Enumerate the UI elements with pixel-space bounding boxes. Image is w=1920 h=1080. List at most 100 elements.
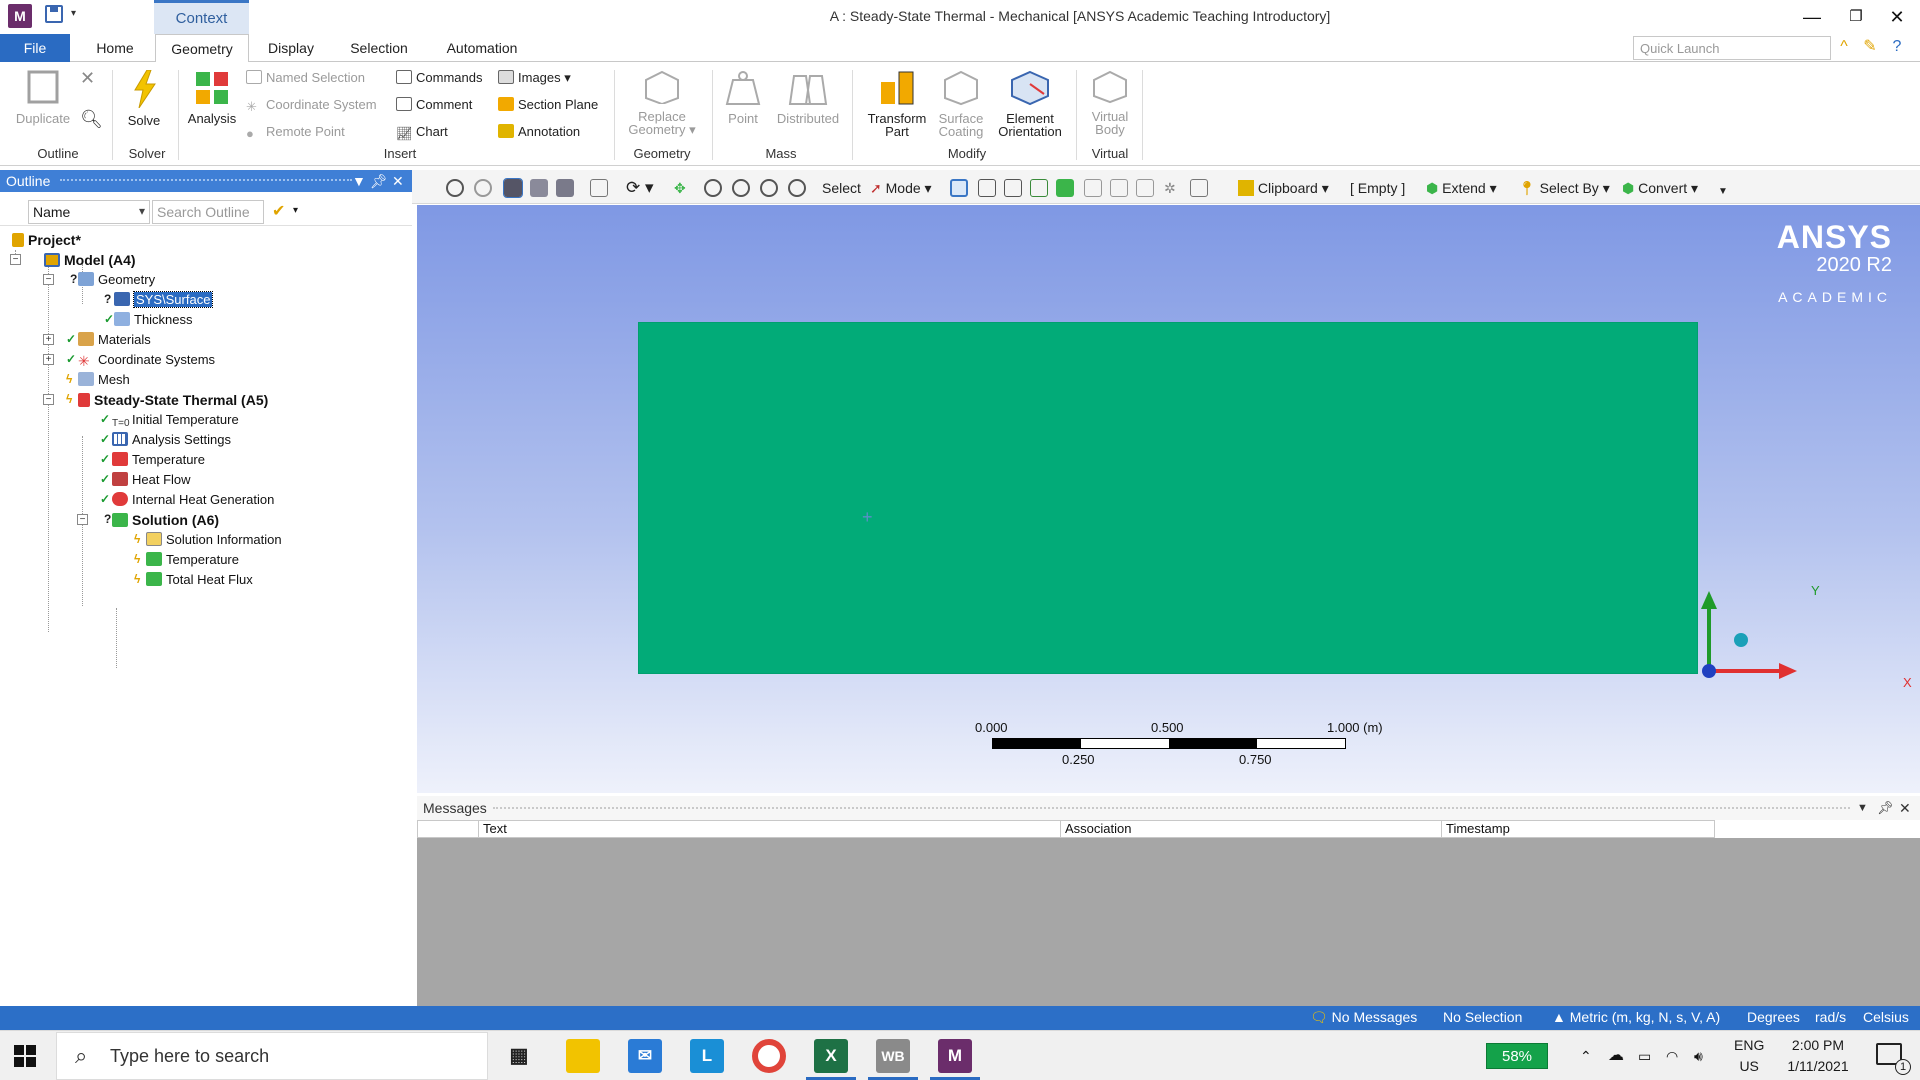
wireframe-icon[interactable] (530, 179, 548, 197)
tree-initial-temperature[interactable]: T=0 Initial Temperature (112, 410, 239, 430)
convert-dropdown[interactable]: ⬢ Convert ▾ (1622, 178, 1698, 198)
distributed-mass-button[interactable]: Distributed (770, 70, 846, 125)
solve-button[interactable]: Solve (122, 70, 166, 127)
coordinate-system-button[interactable]: ✳ Coordinate System (246, 95, 377, 115)
select-element-icon[interactable] (1110, 179, 1128, 197)
clipboard-dropdown[interactable]: Clipboard ▾ (1238, 178, 1329, 198)
rads-status[interactable]: rad/s (1815, 1009, 1846, 1025)
select-element-face-icon[interactable] (1084, 179, 1102, 197)
tree-project[interactable]: Project* (12, 230, 81, 250)
rotate-icon[interactable]: ⟳ ▾ (626, 178, 654, 198)
filter-dropdown-icon[interactable]: ▾ (293, 205, 298, 216)
wifi-icon[interactable]: ◠ (1666, 1031, 1678, 1080)
celsius-status[interactable]: Celsius (1863, 1009, 1909, 1025)
messages-close-icon[interactable]: ✕ (1899, 796, 1911, 820)
tab-automation[interactable]: Automation (436, 34, 528, 62)
select-mesh-icon[interactable] (1136, 179, 1154, 197)
zoom-out-icon[interactable] (474, 179, 492, 197)
images-button[interactable]: Images ▾ (498, 68, 571, 88)
tree-solution[interactable]: Solution (A6) (112, 510, 219, 530)
transform-part-button[interactable]: Transform Part (860, 70, 934, 138)
axis-triad[interactable] (1683, 585, 1823, 705)
tree-model[interactable]: Model (A4) (44, 250, 136, 270)
tree-coordinate-systems[interactable]: ✳ Coordinate Systems (78, 350, 215, 370)
expand-icon[interactable]: + (43, 354, 54, 365)
select-edge-icon[interactable] (978, 179, 996, 197)
surface-coating-button[interactable]: Surface Coating (934, 70, 988, 138)
outline-dropdown-icon[interactable]: ▼ (352, 170, 366, 192)
mechanical-icon[interactable]: M (938, 1039, 972, 1073)
tree-heat-flow[interactable]: Heat Flow (112, 470, 191, 490)
edges-icon[interactable] (556, 179, 574, 197)
chrome-icon[interactable] (752, 1039, 786, 1073)
select-all-icon[interactable] (1190, 179, 1208, 197)
volume-icon[interactable]: 🔊︎ (1694, 1031, 1703, 1080)
commands-button[interactable]: Commands (396, 68, 482, 88)
tree-sys-surface[interactable]: SYS\Surface (114, 290, 214, 310)
mode-dropdown[interactable]: ➚ Mode ▾ (870, 178, 932, 198)
collapse-icon[interactable]: − (43, 274, 54, 285)
toolbar-overflow-icon[interactable]: ▼ (1718, 182, 1728, 202)
no-messages-status[interactable]: 🗨︎ No Messages (1310, 1009, 1417, 1026)
workbench-icon[interactable]: WB (876, 1039, 910, 1073)
point-mass-button[interactable]: Point (716, 70, 770, 125)
select-body-icon[interactable] (1030, 179, 1048, 197)
shaded-view-icon[interactable] (503, 178, 523, 198)
collapse-icon[interactable]: − (43, 394, 54, 405)
replace-geometry-button[interactable]: Replace Geometry ▾ (622, 70, 702, 136)
tree-analysis-settings[interactable]: Analysis Settings (112, 430, 231, 450)
mail-icon[interactable]: ✉ (628, 1039, 662, 1073)
collapse-icon[interactable]: − (10, 254, 21, 265)
box-zoom-icon[interactable] (590, 179, 608, 197)
filter-chevron-icon[interactable]: ✔ (272, 201, 285, 221)
tab-selection[interactable]: Selection (338, 34, 420, 62)
show-hidden-icons[interactable]: ⌃ (1580, 1031, 1592, 1080)
collapse-ribbon-icon[interactable]: ^ (1833, 36, 1855, 58)
tree-materials[interactable]: Materials (78, 330, 151, 350)
element-orientation-button[interactable]: Element Orientation (990, 70, 1070, 138)
tree-total-heat-flux[interactable]: Total Heat Flux (146, 570, 253, 590)
column-text[interactable]: Text (478, 821, 1062, 837)
named-selection-button[interactable]: Named Selection (246, 68, 365, 88)
comment-button[interactable]: Comment (396, 95, 472, 115)
collapse-icon[interactable]: − (77, 514, 88, 525)
app-l-icon[interactable]: L (690, 1039, 724, 1073)
column-association[interactable]: Association (1060, 821, 1442, 837)
windows-start-icon[interactable] (14, 1045, 36, 1067)
search-outline-input[interactable]: Search Outline (152, 200, 264, 224)
pin-icon[interactable]: 📌︎ (370, 170, 388, 192)
cloud-icon[interactable]: ☁ (1608, 1031, 1624, 1080)
select-by-dropdown[interactable]: 📍︎ Select By ▾ (1518, 178, 1610, 198)
tab-file[interactable]: File (0, 34, 70, 62)
tab-home[interactable]: Home (84, 34, 146, 62)
column-timestamp[interactable]: Timestamp (1441, 821, 1715, 837)
tree-temperature[interactable]: Temperature (112, 450, 205, 470)
minimize-icon[interactable]: — (1797, 4, 1827, 30)
help-icon[interactable]: ? (1886, 36, 1908, 58)
file-explorer-icon[interactable] (566, 1039, 600, 1073)
analysis-button[interactable]: Analysis (184, 70, 240, 125)
annotation-button[interactable]: Annotation (498, 122, 580, 142)
chart-button[interactable]: 📈︎ Chart (396, 122, 448, 142)
tab-display[interactable]: Display (258, 34, 324, 62)
surface-body[interactable] (638, 322, 1698, 674)
extend-dropdown[interactable]: ⬢ Extend ▾ (1426, 178, 1497, 198)
select-adjacent-icon[interactable]: ✲ (1164, 178, 1176, 198)
select-node-icon[interactable] (1056, 179, 1074, 197)
tree-internal-heat-generation[interactable]: Internal Heat Generation (112, 490, 274, 510)
virtual-body-button[interactable]: Virtual Body (1082, 70, 1138, 136)
tree-solution-temperature[interactable]: Temperature (146, 550, 239, 570)
close-icon[interactable]: ✕ (1882, 4, 1912, 30)
zoom-fit-icon[interactable] (760, 179, 778, 197)
tab-geometry[interactable]: Geometry (155, 34, 249, 63)
tree-geometry[interactable]: Geometry (78, 270, 155, 290)
task-view-icon[interactable]: ▦ (502, 1039, 536, 1073)
restore-icon[interactable]: ❐ (1841, 4, 1871, 30)
battery-icon[interactable]: ▭ (1638, 1031, 1651, 1080)
tree-solution-information[interactable]: Solution Information (146, 530, 282, 550)
messages-pin-icon[interactable]: 📌︎ (1877, 796, 1894, 820)
tree-thickness[interactable]: Thickness (114, 310, 193, 330)
duplicate-button[interactable]: Duplicate (10, 70, 76, 125)
select-label[interactable]: Select (822, 178, 861, 198)
messages-dropdown-icon[interactable]: ▼ (1857, 796, 1868, 820)
